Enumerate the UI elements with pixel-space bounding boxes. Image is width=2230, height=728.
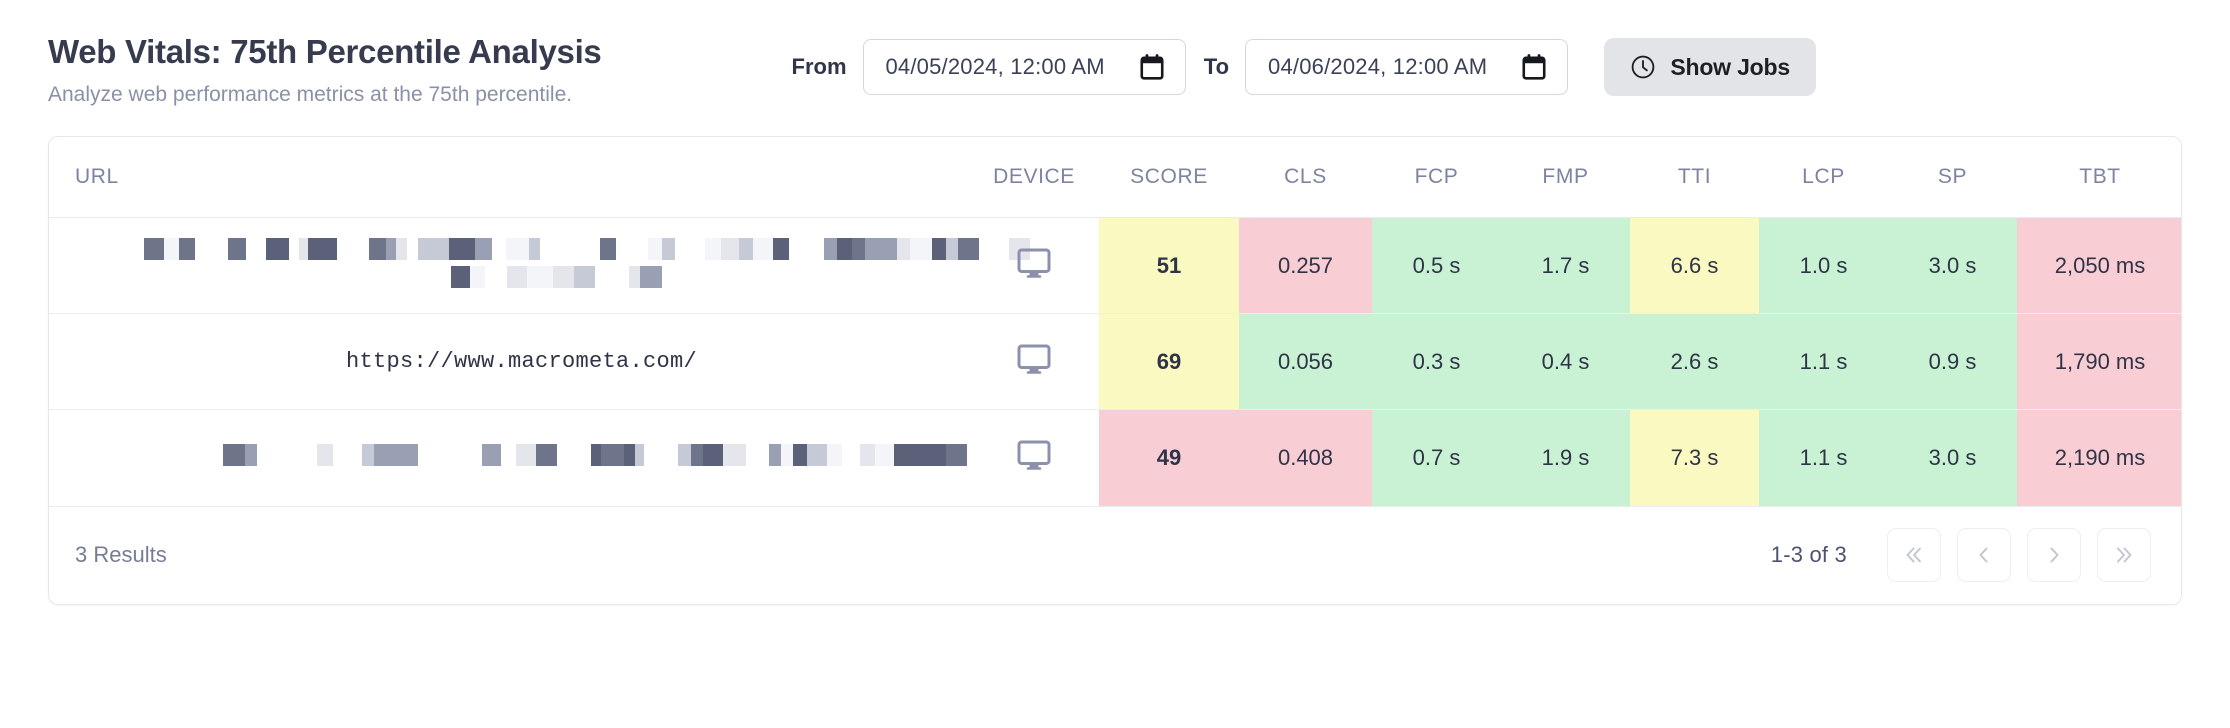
pagination: 1-3 of 3 [1771,528,2151,582]
column-header-url[interactable]: URL [49,137,969,218]
cell-tti: 7.3 s [1630,410,1759,506]
table-row[interactable]: 490.4080.7 s1.9 s7.3 s1.1 s3.0 s2,190 ms [49,410,2182,506]
cell-tti: 6.6 s [1630,218,1759,314]
last-page-button[interactable] [2097,528,2151,582]
column-header-fmp[interactable]: FMP [1501,137,1630,218]
cell-fcp: 0.3 s [1372,314,1501,410]
cell-sp: 0.9 s [1888,314,2017,410]
calendar-icon[interactable] [1139,53,1165,81]
double-chevron-right-icon [2112,543,2136,567]
web-vitals-table: URL DEVICE SCORE CLS FCP FMP TTI LCP SP … [49,137,2182,506]
first-page-button[interactable] [1887,528,1941,582]
cell-tbt: 2,190 ms [2017,410,2182,506]
cell-cls: 0.257 [1239,218,1372,314]
cell-lcp: 1.1 s [1759,314,1888,410]
cell-fcp: 0.7 s [1372,410,1501,506]
cell-device [969,218,1099,314]
cell-fmp: 1.7 s [1501,218,1630,314]
from-date-input[interactable]: 04/05/2024, 12:00 AM [863,39,1186,95]
cell-lcp: 1.0 s [1759,218,1888,314]
cell-tti: 2.6 s [1630,314,1759,410]
page-subtitle: Analyze web performance metrics at the 7… [48,82,602,107]
desktop-monitor-icon [1017,440,1051,470]
page-header: Web Vitals: 75th Percentile Analysis Ana… [0,0,2230,136]
table-row[interactable]: https://www.macrometa.com/690.0560.3 s0.… [49,314,2182,410]
results-card: URL DEVICE SCORE CLS FCP FMP TTI LCP SP … [48,136,2182,605]
cell-url[interactable]: https://www.macrometa.com/ [49,314,969,410]
column-header-fcp[interactable]: FCP [1372,137,1501,218]
calendar-icon[interactable] [1521,53,1547,81]
chevron-left-icon [1972,543,1996,567]
cell-url[interactable] [49,410,969,506]
table-header-row: URL DEVICE SCORE CLS FCP FMP TTI LCP SP … [49,137,2182,218]
cell-fmp: 1.9 s [1501,410,1630,506]
title-block: Web Vitals: 75th Percentile Analysis Ana… [48,30,602,107]
double-chevron-left-icon [1902,543,1926,567]
column-header-score[interactable]: SCORE [1099,137,1239,218]
table-body: 510.2570.5 s1.7 s6.6 s1.0 s3.0 s2,050 ms… [49,218,2182,506]
show-jobs-button[interactable]: Show Jobs [1604,38,1816,96]
cell-device [969,410,1099,506]
cell-score: 51 [1099,218,1239,314]
column-header-tbt[interactable]: TBT [2017,137,2182,218]
results-count: 3 Results [75,542,167,568]
to-label: To [1204,54,1229,80]
chevron-right-icon [2042,543,2066,567]
cell-tbt: 2,050 ms [2017,218,2182,314]
from-date-value: 04/05/2024, 12:00 AM [886,54,1105,80]
cell-fcp: 0.5 s [1372,218,1501,314]
column-header-lcp[interactable]: LCP [1759,137,1888,218]
column-header-sp[interactable]: SP [1888,137,2017,218]
cell-lcp: 1.1 s [1759,410,1888,506]
cell-device [969,314,1099,410]
pagination-range: 1-3 of 3 [1771,542,1847,568]
table-footer: 3 Results 1-3 of 3 [49,506,2181,604]
cell-score: 69 [1099,314,1239,410]
page-title: Web Vitals: 75th Percentile Analysis [48,34,602,70]
show-jobs-label: Show Jobs [1670,54,1790,81]
desktop-monitor-icon [1017,344,1051,374]
from-label: From [792,54,847,80]
cell-url[interactable] [49,218,969,314]
table-row[interactable]: 510.2570.5 s1.7 s6.6 s1.0 s3.0 s2,050 ms [49,218,2182,314]
clock-icon [1630,54,1656,80]
desktop-monitor-icon [1017,248,1051,278]
header-controls: From 04/05/2024, 12:00 AM To 04/06/2024,… [792,38,1816,96]
cell-tbt: 1,790 ms [2017,314,2182,410]
to-date-value: 04/06/2024, 12:00 AM [1268,54,1487,80]
table-header: URL DEVICE SCORE CLS FCP FMP TTI LCP SP … [49,137,2182,218]
column-header-tti[interactable]: TTI [1630,137,1759,218]
cell-cls: 0.408 [1239,410,1372,506]
cell-score: 49 [1099,410,1239,506]
web-vitals-page: Web Vitals: 75th Percentile Analysis Ana… [0,0,2230,728]
url-text: https://www.macrometa.com/ [346,349,697,374]
cell-fmp: 0.4 s [1501,314,1630,410]
to-date-input[interactable]: 04/06/2024, 12:00 AM [1245,39,1568,95]
previous-page-button[interactable] [1957,528,2011,582]
column-header-cls[interactable]: CLS [1239,137,1372,218]
cell-sp: 3.0 s [1888,218,2017,314]
column-header-device[interactable]: DEVICE [969,137,1099,218]
cell-sp: 3.0 s [1888,410,2017,506]
cell-cls: 0.056 [1239,314,1372,410]
next-page-button[interactable] [2027,528,2081,582]
